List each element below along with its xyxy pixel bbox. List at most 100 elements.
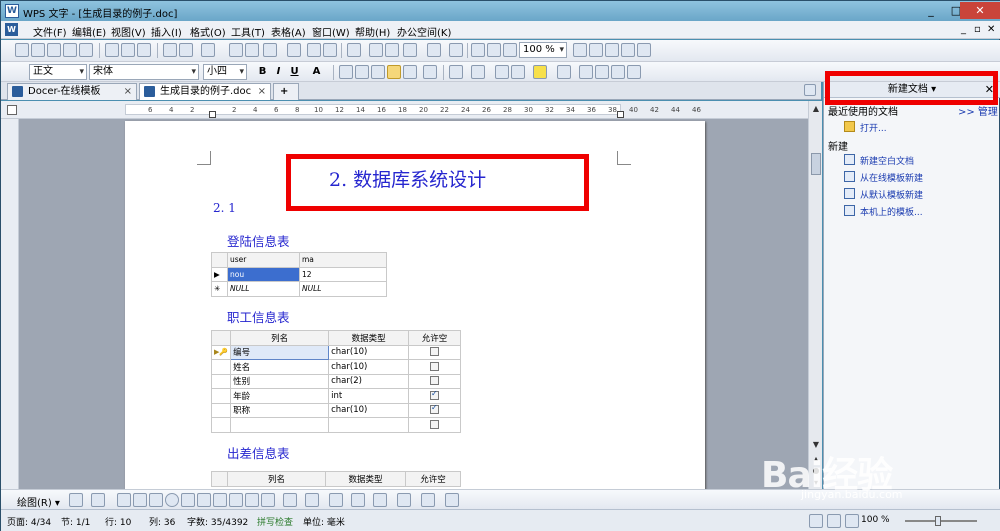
outline-view-icon[interactable] (827, 514, 841, 528)
line-style-icon[interactable] (351, 493, 365, 507)
menu-window[interactable]: 窗口(W) (312, 24, 350, 39)
italic-button[interactable]: I (271, 64, 286, 79)
app-menu-icon[interactable]: W (5, 23, 18, 36)
drawing-icon[interactable] (471, 43, 485, 57)
superscript-icon[interactable] (611, 65, 625, 79)
bullets-icon[interactable] (471, 65, 485, 79)
line-icon[interactable] (117, 493, 131, 507)
menu-help[interactable]: 帮助(H) (355, 24, 390, 39)
table-cell[interactable]: char(10) (328, 402, 410, 418)
print-preview-icon[interactable] (121, 43, 135, 57)
grow-font-icon[interactable] (579, 65, 593, 79)
tab-list-icon[interactable] (804, 84, 816, 96)
table-cell[interactable]: 姓名 (230, 359, 330, 375)
textbox-icon[interactable] (181, 493, 195, 507)
table-row[interactable]: 姓名 char(10) (210, 359, 461, 375)
subscript-icon[interactable] (627, 65, 641, 79)
text-color-icon[interactable] (329, 493, 343, 507)
table-row[interactable]: ▶ nou 12 (211, 266, 387, 282)
menu-edit[interactable]: 编辑(E) (72, 24, 106, 39)
table-cell[interactable] (230, 417, 330, 433)
highlight-icon[interactable] (533, 65, 547, 79)
minimize-button[interactable]: _ (919, 2, 943, 19)
vertical-textbox-icon[interactable] (197, 493, 211, 507)
table-row[interactable]: 职称 char(10) (210, 402, 461, 418)
underline-button[interactable]: U (287, 64, 302, 79)
table-cell[interactable] (328, 417, 410, 433)
spell-check-icon[interactable] (137, 43, 151, 57)
menu-format[interactable]: 格式(O) (190, 24, 226, 39)
table-cell[interactable]: nou (227, 266, 300, 282)
insert-icon[interactable] (179, 43, 193, 57)
table-row[interactable] (210, 417, 461, 433)
menu-office-space[interactable]: 办公空间(K) (397, 24, 451, 39)
menu-insert[interactable]: 插入(I) (151, 24, 182, 39)
shrink-font-icon[interactable] (595, 65, 609, 79)
table-cell[interactable]: int (328, 388, 410, 404)
zoom-select[interactable]: 100 % (519, 42, 567, 58)
format-painter-icon[interactable] (263, 43, 277, 57)
nullable-checkbox[interactable] (430, 376, 440, 386)
picture-icon[interactable] (403, 43, 417, 57)
reading-mode-icon[interactable] (845, 514, 859, 528)
print-icon[interactable] (105, 43, 119, 57)
doc-restore-button[interactable]: ▫ (974, 24, 981, 35)
copy-icon[interactable] (229, 43, 243, 57)
new-blank-link[interactable]: 新建空白文档 (860, 154, 914, 167)
fill-color-icon[interactable] (283, 493, 297, 507)
justify-icon[interactable] (387, 65, 401, 79)
table-cell[interactable]: 年龄 (230, 388, 330, 404)
table-cell[interactable]: 编号 (230, 344, 330, 360)
docer-icon[interactable] (589, 43, 603, 57)
indent-marker[interactable] (209, 111, 216, 118)
font-effect-button[interactable]: A (309, 64, 324, 79)
close-button[interactable]: ✕ (960, 2, 1000, 19)
doc-minimize-button[interactable]: _ (961, 24, 966, 35)
3d-icon[interactable] (445, 493, 459, 507)
image-icon[interactable] (261, 493, 275, 507)
help-icon[interactable] (637, 43, 651, 57)
font-size-select[interactable]: 小四 (203, 64, 247, 80)
table-cell[interactable]: NULL (227, 281, 300, 297)
zoom-slider[interactable] (905, 520, 977, 522)
redo-icon[interactable] (323, 43, 337, 57)
page-view-icon[interactable] (809, 514, 823, 528)
local-template-link[interactable]: 本机上的模板... (860, 205, 923, 218)
paste-icon[interactable] (245, 43, 259, 57)
align-right-icon[interactable] (371, 65, 385, 79)
tab-close-icon[interactable]: × (258, 84, 266, 99)
tab-stop-icon[interactable] (7, 105, 17, 115)
nullable-checkbox[interactable] (430, 347, 440, 357)
open-link[interactable]: 打开... (860, 121, 887, 134)
save-as-icon[interactable] (63, 43, 77, 57)
reading-view-icon[interactable] (503, 43, 517, 57)
line-spacing-icon[interactable] (423, 65, 437, 79)
formula-icon[interactable] (369, 43, 383, 57)
table-cell[interactable]: char(2) (328, 373, 410, 389)
scroll-up-icon[interactable]: ▲ (810, 103, 822, 115)
bold-button[interactable]: B (255, 64, 270, 79)
manage-link[interactable]: >> 管理 (958, 103, 998, 118)
navigation-icon[interactable] (487, 43, 501, 57)
tab-current-doc[interactable]: 生成目录的例子.doc × (139, 83, 271, 100)
table-cell[interactable]: NULL (299, 281, 387, 297)
indent-increase-icon[interactable] (511, 65, 525, 79)
default-template-link[interactable]: 从默认模板新建 (860, 188, 923, 201)
table-cell[interactable]: 12 (299, 266, 387, 282)
gift-icon[interactable] (621, 43, 635, 57)
table-cell[interactable]: 职称 (230, 402, 330, 418)
brush-icon[interactable] (287, 43, 301, 57)
spellcheck-status[interactable]: 拼写检查 (257, 515, 293, 528)
tab-close-icon[interactable]: × (124, 84, 132, 99)
font-select[interactable]: 宋体 (89, 64, 199, 80)
table-cell[interactable]: char(10) (328, 344, 410, 360)
zoom-slider-thumb[interactable] (935, 516, 941, 526)
menu-file[interactable]: 文件(F) (33, 24, 67, 39)
right-indent-marker[interactable] (617, 111, 624, 118)
align-left-icon[interactable] (339, 65, 353, 79)
open-icon[interactable] (31, 43, 45, 57)
chart-icon[interactable] (385, 43, 399, 57)
shadow-icon[interactable] (421, 493, 435, 507)
cut-icon[interactable] (163, 43, 177, 57)
tab-docer[interactable]: Docer-在线模板 × (7, 83, 137, 100)
